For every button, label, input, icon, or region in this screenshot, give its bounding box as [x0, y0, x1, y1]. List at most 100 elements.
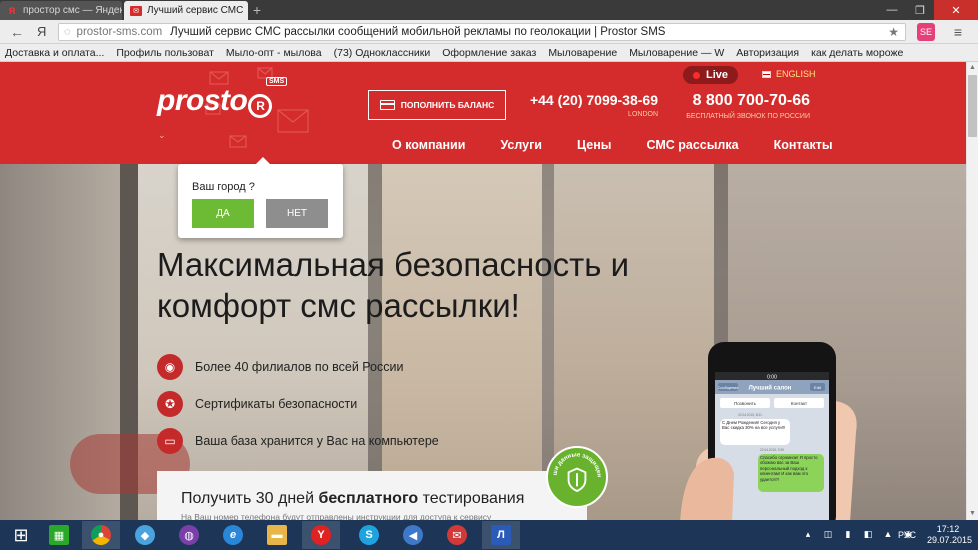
phone-number[interactable]: +44 (20) 7099-38-69	[518, 92, 658, 108]
bookmark-item[interactable]: (73) Одноклассники	[334, 47, 431, 59]
folder-icon: ▬	[267, 525, 287, 545]
taskbar-ie[interactable]: e	[214, 521, 252, 549]
window-controls: — ❐ ✕	[878, 0, 978, 20]
computer-icon: ▭	[157, 427, 183, 454]
maximize-button[interactable]: ❐	[906, 0, 934, 20]
store-icon: ▦	[49, 525, 69, 545]
live-label: Live	[705, 69, 728, 81]
taskbar-chrome[interactable]: ●	[82, 521, 120, 549]
phone-contact-label: Контакт	[791, 401, 807, 406]
menu-item-prices[interactable]: Цены	[577, 138, 611, 152]
bookmark-item[interactable]: Оформление заказ	[442, 47, 536, 59]
city-no-button[interactable]: НЕТ	[266, 199, 328, 228]
close-window-button[interactable]: ✕	[934, 0, 978, 20]
app2-icon: Л	[491, 525, 511, 545]
new-tab-button[interactable]: +	[250, 2, 264, 18]
bookmark-item[interactable]: Авторизация	[736, 47, 799, 59]
tab-title: простор смс — Яндекс	[23, 5, 122, 16]
bookmark-item[interactable]: Мыловарение	[548, 47, 617, 59]
menu-item-about[interactable]: О компании	[392, 138, 465, 152]
input-language[interactable]: РУС	[898, 530, 916, 540]
close-icon[interactable]: ✕	[243, 5, 248, 16]
extension-icon[interactable]: SE	[917, 23, 935, 41]
phone-russia: 8 800 700-70-66 БЕСПЛАТНЫЙ ЗВОНОК ПО РОС…	[660, 92, 810, 120]
page-info-icon[interactable]: ◌	[64, 26, 71, 38]
logo-text: prosto	[157, 84, 248, 117]
logo-ring-icon: R	[248, 94, 273, 118]
shield-badge-icon: ваши данные защищены	[546, 446, 608, 508]
tab-yandex[interactable]: Я простор смс — Яндекс ✕	[0, 1, 122, 20]
certificate-icon: ✪	[157, 390, 183, 417]
browser-icon: ◍	[179, 525, 199, 545]
credit-card-icon	[379, 100, 395, 110]
taskbar-store[interactable]: ▦	[40, 521, 78, 549]
site-header: prosto R SMS ⌄ Live ENGLISH ПОПОЛНИТЬ БА…	[0, 62, 966, 164]
logo-sms-badge: SMS	[266, 77, 288, 86]
tray-network-icon[interactable]: ◧	[860, 529, 876, 541]
tray-window-icon[interactable]: ◫	[820, 529, 836, 541]
bookmark-item[interactable]: Мыловарение — W	[629, 47, 724, 59]
taskbar-media[interactable]: ◀	[394, 521, 432, 549]
trial-title-suffix: тестирования	[418, 490, 525, 507]
top-up-balance-button[interactable]: ПОПОЛНИТЬ БАЛАНС	[368, 90, 506, 120]
address-domain: prostor-sms.com	[76, 26, 163, 38]
uk-flag-icon	[762, 70, 771, 78]
back-button[interactable]: ←	[10, 23, 24, 41]
scroll-thumb[interactable]	[968, 75, 977, 137]
language-switch[interactable]: ENGLISH	[762, 69, 816, 79]
windows-taskbar: ⊞ ▦ ● ◆ ◍ e ▬ Y S ◀ ✉ Л ▴ ◫ ▮ ◧ ▲ ◉ РУС …	[0, 520, 978, 550]
taskbar-explorer[interactable]: ▬	[258, 521, 296, 549]
page-scrollbar[interactable]: ▲ ▼	[966, 62, 978, 520]
chevron-down-icon[interactable]: ⌄	[158, 130, 166, 141]
browser-menu-icon[interactable]: ≡	[951, 24, 965, 40]
feature-text: Ваша база хранится у Вас на компьютере	[195, 433, 439, 448]
internet-explorer-icon: e	[223, 525, 243, 545]
tab-prostor[interactable]: ✉ Лучший сервис СМС ✕	[124, 1, 248, 20]
menu-item-contacts[interactable]: Контакты	[774, 138, 833, 152]
feature-text: Более 40 филиалов по всей России	[195, 359, 404, 374]
address-page-title: Лучший сервис СМС рассылки сообщений моб…	[170, 26, 666, 38]
phone-date-1: 20.04.2015, 8:21	[738, 413, 762, 417]
free-trial-box: Получить 30 дней бесплатного тестировани…	[157, 471, 587, 520]
address-bar[interactable]: ◌ prostor-sms.com Лучший сервис СМС расс…	[58, 23, 906, 41]
trial-title-bold: бесплатного	[318, 490, 419, 507]
tab-title: Лучший сервис СМС	[147, 5, 244, 16]
tray-signal-icon[interactable]: ▲	[880, 529, 896, 541]
bookmark-item[interactable]: как делать мороже	[811, 47, 903, 59]
bookmark-item[interactable]: Доставка и оплата...	[5, 47, 104, 59]
bookmark-star-icon[interactable]: ★	[888, 25, 899, 39]
phone-number[interactable]: 8 800 700-70-66	[660, 92, 810, 110]
window-pane	[382, 164, 542, 520]
tray-expand-icon[interactable]: ▴	[800, 529, 816, 541]
taskbar-mail[interactable]: ✉	[438, 521, 476, 549]
windows-logo-icon: ⊞	[13, 524, 29, 545]
scroll-up-icon[interactable]: ▲	[967, 62, 978, 74]
menu-item-services[interactable]: Услуги	[500, 138, 542, 152]
taskbar-skype[interactable]: S	[350, 521, 388, 549]
start-button[interactable]: ⊞	[2, 521, 40, 549]
taskbar-app[interactable]: ◆	[126, 521, 164, 549]
yandex-button[interactable]: Я	[37, 24, 46, 40]
tray-battery-icon[interactable]: ▮	[840, 529, 856, 541]
bookmark-item[interactable]: Мыло-опт - мылова	[226, 47, 322, 59]
taskbar-app2[interactable]: Л	[482, 521, 520, 549]
phone-message-out: Спасибо огромное! Я просто обожаю вас за…	[760, 455, 818, 482]
menu-item-sms-mailing[interactable]: СМС рассылка	[646, 138, 738, 152]
live-button[interactable]: Live	[683, 66, 738, 84]
minimize-button[interactable]: —	[878, 0, 906, 20]
taskbar-yandex[interactable]: Y	[302, 521, 340, 549]
city-yes-button[interactable]: ДА	[192, 199, 254, 228]
bookmark-item[interactable]: Профиль пользоват	[116, 47, 214, 59]
phone-message-in: С Днем Рождения! Сегодня у Вас скидка 30…	[722, 420, 786, 431]
scroll-down-icon[interactable]: ▼	[967, 508, 978, 520]
phone-london: +44 (20) 7099-38-69 LONDON	[518, 92, 658, 118]
headline-line-1: Максимальная безопасность и	[157, 246, 630, 283]
clock-time: 17:12	[936, 524, 960, 534]
prostor-logo[interactable]: prosto R	[157, 84, 273, 118]
system-clock[interactable]: 17:12 29.07.2015	[927, 524, 972, 546]
window-pane	[368, 164, 382, 520]
hero-headline: Максимальная безопасность и комфорт смс …	[157, 244, 637, 326]
taskbar-browser[interactable]: ◍	[170, 521, 208, 549]
language-label: ENGLISH	[776, 69, 816, 79]
city-question: Ваш город ?	[192, 181, 255, 193]
